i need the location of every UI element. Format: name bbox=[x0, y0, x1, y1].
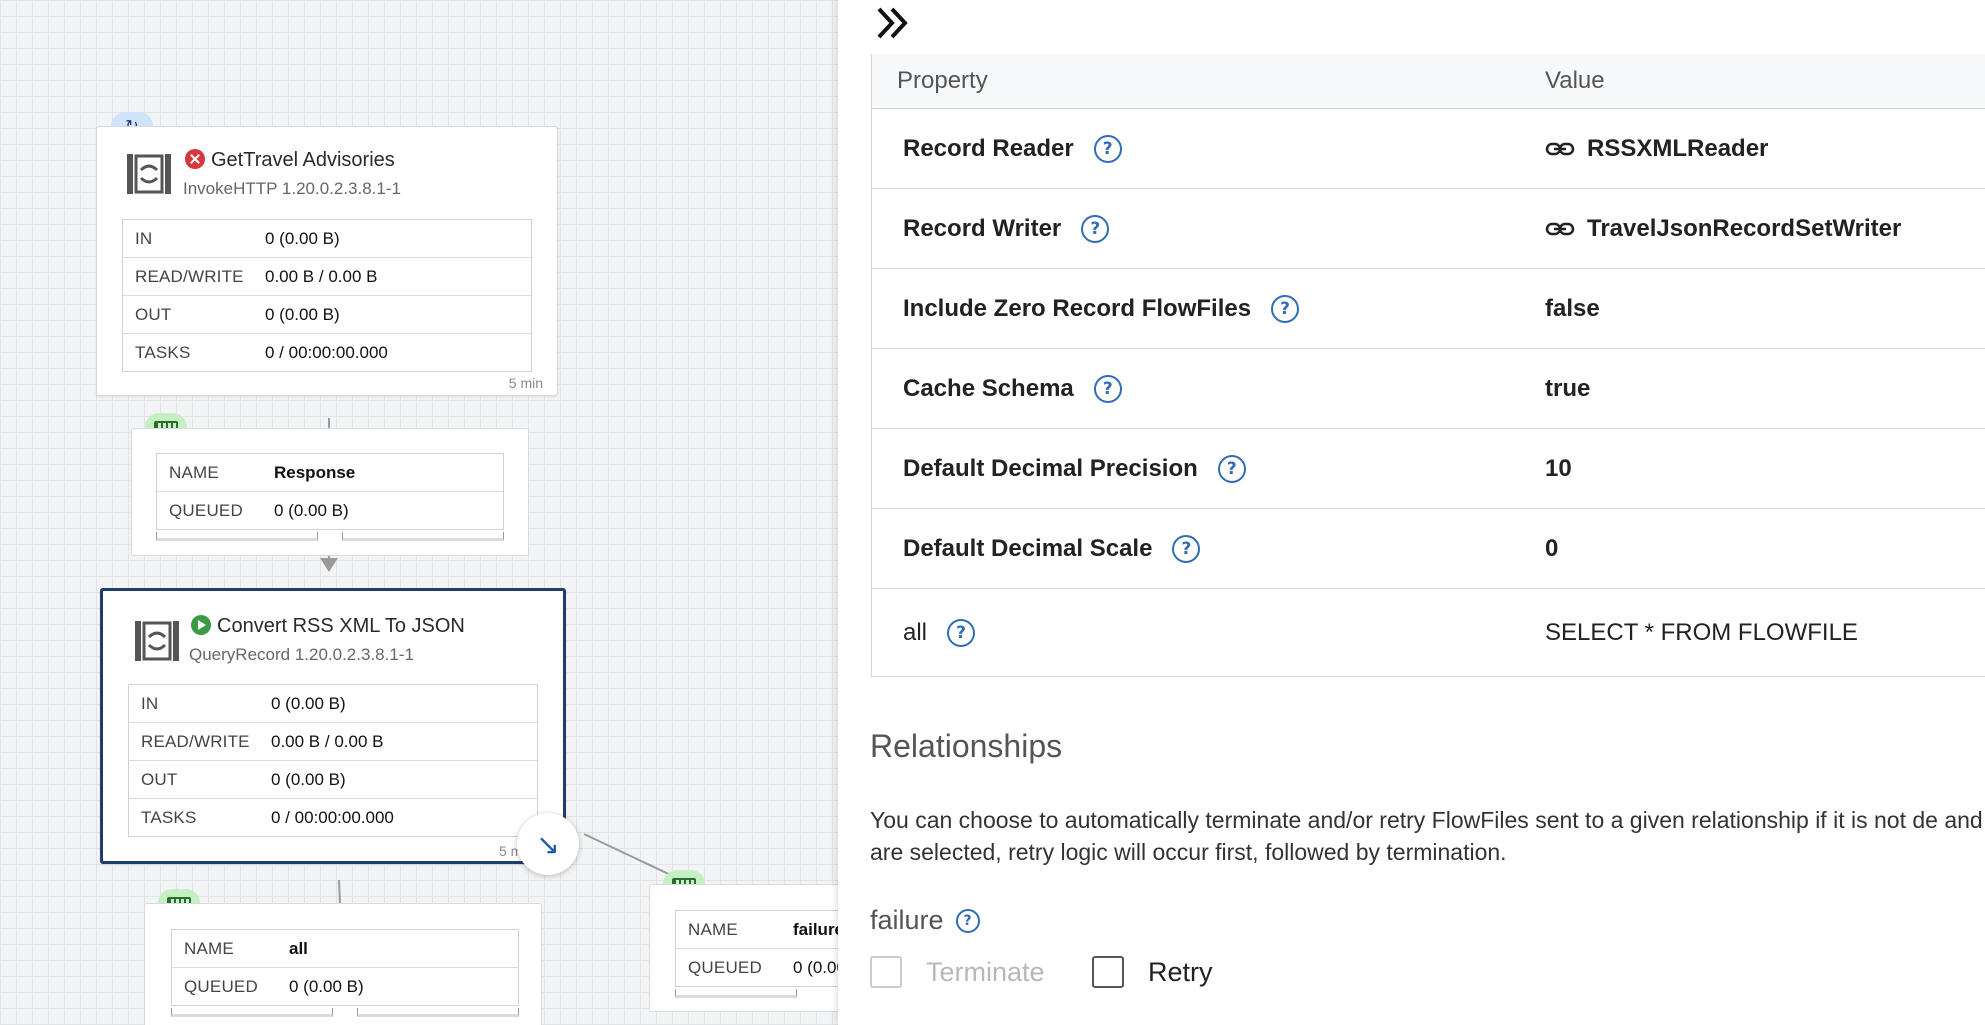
property-value-cell[interactable]: true bbox=[1545, 375, 1985, 403]
connection-name: failure bbox=[793, 919, 840, 939]
column-header-property: Property bbox=[897, 67, 988, 94]
property-value: RSSXMLReader bbox=[1587, 134, 1769, 162]
stats-row: QUEUED0 (0.00 bbox=[688, 957, 840, 977]
queue-bar bbox=[675, 989, 797, 998]
queue-bar bbox=[171, 1008, 333, 1017]
property-value-cell[interactable]: 10 bbox=[1545, 455, 1985, 483]
stats-row: READ/WRITE 0.00 B / 0.00 B bbox=[123, 258, 531, 296]
property-name: all bbox=[903, 618, 928, 646]
property-value: true bbox=[1545, 374, 1591, 402]
stats-row: QUEUED 0 (0.00 B) bbox=[169, 500, 349, 520]
error-status-icon bbox=[185, 149, 205, 169]
processor-type: InvokeHTTP 1.20.0.2.3.8.1-1 bbox=[183, 179, 401, 198]
property-name: Record Reader bbox=[903, 134, 1074, 162]
help-icon[interactable]: ? bbox=[955, 908, 980, 933]
checkbox-box[interactable] bbox=[1092, 956, 1124, 988]
queue-bar bbox=[156, 532, 318, 541]
processor-icon bbox=[135, 621, 179, 661]
stats-row: NAME Response bbox=[157, 454, 503, 492]
property-row[interactable]: Record Writer? TravelJsonRecordSetWriter bbox=[872, 189, 1985, 269]
running-status-icon bbox=[191, 615, 211, 635]
property-name: Include Zero Record FlowFiles bbox=[903, 294, 1252, 322]
processor-convert-rss-xml-to-json[interactable]: Convert RSS XML To JSON QueryRecord 1.20… bbox=[100, 588, 566, 864]
stats-age: 5 min bbox=[508, 375, 543, 391]
stats-row: IN 0 (0.00 B) bbox=[129, 685, 537, 723]
property-value: 0 bbox=[1545, 534, 1559, 562]
properties-table: Property Value Record Reader? RSSXMLReade… bbox=[871, 54, 1985, 677]
connection-response[interactable]: NAME Response QUEUED 0 (0.00 B) bbox=[131, 428, 529, 556]
checkbox-box[interactable] bbox=[870, 956, 902, 988]
property-name: Cache Schema bbox=[903, 374, 1074, 402]
property-row[interactable]: Default Decimal Scale? 0 bbox=[872, 509, 1985, 589]
stats-row: IN 0 (0.00 B) bbox=[123, 220, 531, 258]
table-header: Property Value bbox=[872, 54, 1985, 109]
retry-label: Retry bbox=[1148, 956, 1213, 987]
flow-canvas[interactable]: ↻ GetTravel Advisories InvokeHTTP 1.20.0… bbox=[0, 0, 840, 1025]
processor-name: GetTravel Advisories bbox=[211, 149, 395, 171]
queue-bar bbox=[342, 532, 504, 541]
terminate-checkbox[interactable]: Terminate bbox=[870, 956, 1045, 988]
processor-type: QueryRecord 1.20.0.2.3.8.1-1 bbox=[189, 645, 414, 664]
property-name: Record Writer bbox=[903, 214, 1062, 242]
processor-details-panel: Property Value Record Reader? RSSXMLReade… bbox=[838, 0, 1985, 1025]
property-value: false bbox=[1545, 294, 1600, 322]
help-icon[interactable]: ? bbox=[1093, 374, 1122, 403]
property-value-cell[interactable]: TravelJsonRecordSetWriter bbox=[1545, 215, 1985, 243]
stats-row: NAME all bbox=[172, 930, 518, 968]
help-icon[interactable]: ? bbox=[1217, 454, 1246, 483]
collapse-panel-icon[interactable] bbox=[874, 4, 914, 42]
connection-drag-handle[interactable]: ↘ bbox=[517, 813, 579, 875]
terminate-label: Terminate bbox=[926, 956, 1045, 987]
stats-row: OUT 0 (0.00 B) bbox=[129, 761, 537, 799]
stats-row: TASKS 0 / 00:00:00.000 bbox=[135, 342, 388, 362]
property-value-cell[interactable]: 0 bbox=[1545, 535, 1985, 563]
processor-gettravel-advisories[interactable]: GetTravel Advisories InvokeHTTP 1.20.0.2… bbox=[96, 126, 558, 396]
stats-row: QUEUED 0 (0.00 B) bbox=[184, 976, 364, 996]
help-icon[interactable]: ? bbox=[1081, 214, 1110, 243]
connection-name: all bbox=[289, 938, 308, 958]
processor-stats: IN 0 (0.00 B) READ/WRITE 0.00 B / 0.00 B O… bbox=[128, 684, 538, 837]
retry-checkbox[interactable]: Retry bbox=[1092, 956, 1213, 988]
processor-icon bbox=[127, 154, 171, 194]
property-row[interactable]: Cache Schema? true bbox=[872, 349, 1985, 429]
property-row[interactable]: Include Zero Record FlowFiles? false bbox=[872, 269, 1985, 349]
connection-failure[interactable]: NAMEfailure QUEUED0 (0.00 bbox=[649, 884, 840, 1012]
help-icon[interactable]: ? bbox=[947, 618, 976, 647]
link-icon[interactable] bbox=[1545, 219, 1575, 239]
property-value: TravelJsonRecordSetWriter bbox=[1587, 214, 1902, 242]
connection-all[interactable]: NAME all QUEUED 0 (0.00 B) bbox=[144, 903, 542, 1025]
property-value-cell[interactable]: SELECT * FROM FLOWFILE bbox=[1545, 619, 1985, 647]
help-icon[interactable]: ? bbox=[1172, 534, 1201, 563]
help-icon[interactable]: ? bbox=[1271, 294, 1300, 323]
property-row[interactable]: Default Decimal Precision? 10 bbox=[872, 429, 1985, 509]
property-value: SELECT * FROM FLOWFILE bbox=[1545, 618, 1858, 646]
property-value-cell[interactable]: false bbox=[1545, 295, 1985, 323]
relationships-description: You can choose to automatically terminat… bbox=[870, 807, 1985, 865]
property-value-cell[interactable]: RSSXMLReader bbox=[1545, 135, 1985, 163]
property-row[interactable]: Record Reader? RSSXMLReader bbox=[872, 109, 1985, 189]
stats-row: TASKS 0 / 00:00:00.000 bbox=[141, 807, 394, 827]
relationship-name: failure bbox=[870, 905, 944, 935]
stats-row: OUT 0 (0.00 B) bbox=[123, 296, 531, 334]
stats-row: NAME failure bbox=[676, 911, 840, 949]
queue-bar bbox=[357, 1008, 519, 1017]
property-name: Default Decimal Scale bbox=[903, 534, 1153, 562]
column-header-value: Value bbox=[1545, 67, 1605, 94]
stats-row: READ/WRITE 0.00 B / 0.00 B bbox=[129, 723, 537, 761]
connection-name: Response bbox=[274, 462, 356, 482]
processor-name: Convert RSS XML To JSON bbox=[217, 615, 465, 637]
help-icon[interactable]: ? bbox=[1093, 134, 1122, 163]
processor-stats: IN 0 (0.00 B) READ/WRITE 0.00 B / 0.00 B O… bbox=[122, 219, 532, 372]
link-icon[interactable] bbox=[1545, 139, 1575, 159]
relationships-title: Relationships bbox=[870, 728, 1063, 764]
property-name: Default Decimal Precision bbox=[903, 454, 1198, 482]
property-row[interactable]: all? SELECT * FROM FLOWFILE bbox=[872, 589, 1985, 676]
property-value: 10 bbox=[1545, 454, 1572, 482]
